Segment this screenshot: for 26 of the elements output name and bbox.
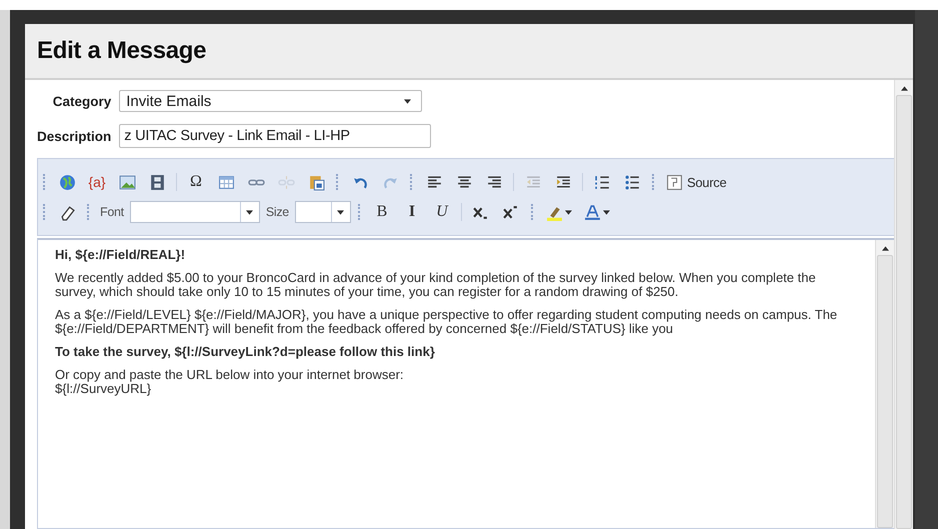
source-button[interactable]: Source — [663, 171, 730, 193]
description-field[interactable]: z UITAC Survey - Link Email - LI-HP — [119, 124, 432, 148]
scrollbar[interactable] — [894, 80, 913, 529]
caret-icon — [404, 98, 412, 104]
dialog-title: Edit a Message — [37, 37, 206, 65]
message-text: We recently added $5.00 to your BroncoCard in advance of your kind completion of the survey linked below. When you complete the survey, which should take only 10 to 15 minutes of your time, you can register for a random drawing of $250. — [55, 271, 817, 299]
bold-button[interactable]: I — [398, 201, 425, 223]
message-text: Or copy and paste the URL below into your internet browser: — [55, 368, 405, 382]
format-button[interactable]: B — [368, 201, 395, 223]
message-text: To take the survey, ${l://SurveyLink?d=please follow this link} — [55, 345, 436, 359]
letter-a-icon — [584, 204, 601, 220]
category-dropdown[interactable]: Invite Emails — [119, 90, 422, 112]
scrollbar[interactable] — [875, 240, 894, 528]
message-text: As a ${e://Field/LEVEL} ${e://Field/MAJOR}, you have a unique perspective to offer regarding student computing needs on campus. The ${e://Field/DEPARTMENT} will benefit from the feedback offered by concerned ${e://Field/STATUS} like you — [55, 308, 838, 336]
description-label: Description — [37, 128, 112, 144]
caret-icon — [602, 210, 610, 214]
special-character-button[interactable]: Ω — [183, 171, 209, 193]
source-icon — [666, 174, 683, 190]
caret-icon — [564, 210, 572, 214]
category-label: Category — [52, 94, 112, 108]
placeholder-button[interactable]: {a} — [84, 171, 110, 193]
message-text: ${l://SurveyURL} — [55, 382, 152, 396]
italic-button[interactable]: U — [428, 201, 455, 223]
font-label: Font — [100, 205, 124, 219]
size-label: Size — [266, 205, 289, 219]
message-text: Hi, ${e://Field/REAL}! — [55, 248, 186, 262]
